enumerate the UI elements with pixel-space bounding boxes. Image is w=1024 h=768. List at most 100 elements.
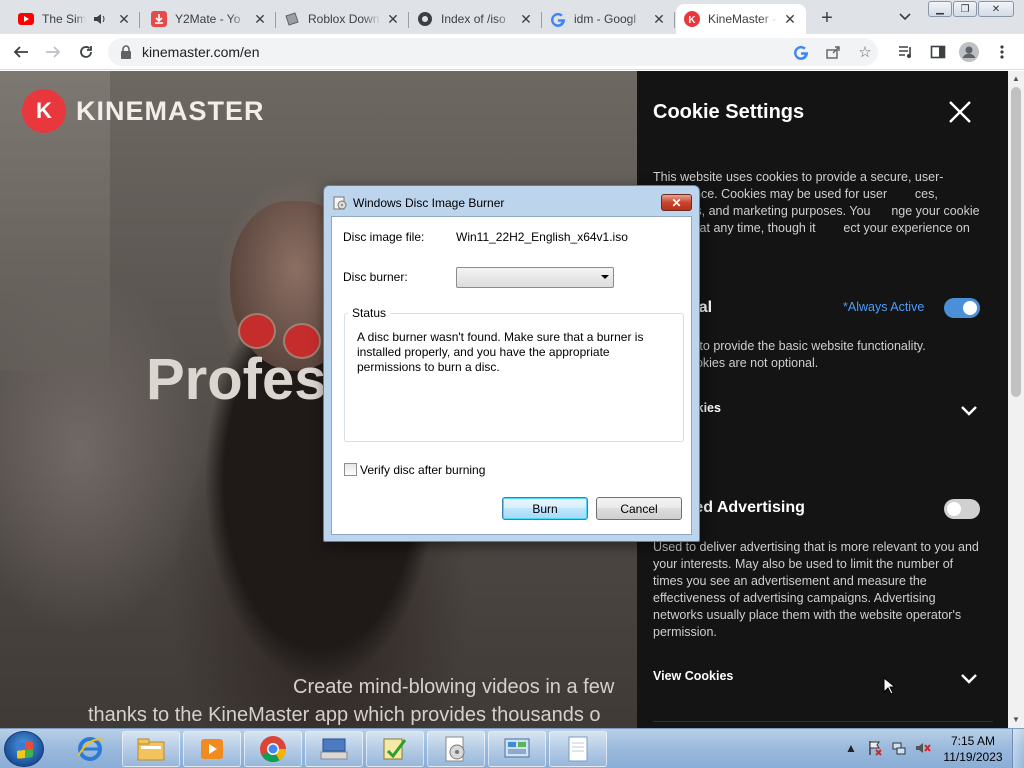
close-icon[interactable] bbox=[947, 99, 973, 125]
always-active-label: *Always Active bbox=[843, 300, 925, 314]
clock-time: 7:15 AM bbox=[950, 734, 996, 748]
roblox-download-icon bbox=[284, 11, 300, 27]
y2mate-icon bbox=[151, 11, 167, 27]
svg-text:K: K bbox=[688, 15, 696, 26]
disc-image-burner-dialog: Windows Disc Image Burner ✕ Disc image f… bbox=[323, 185, 700, 542]
scroll-up-arrow-icon[interactable]: ▲ bbox=[1012, 75, 1020, 83]
tab-roblox[interactable]: Roblox Down ✕ bbox=[276, 4, 409, 34]
cancel-button[interactable]: Cancel bbox=[596, 497, 682, 520]
network-icon[interactable] bbox=[890, 739, 908, 757]
chrome-icon[interactable] bbox=[244, 731, 302, 767]
profile-avatar-icon[interactable] bbox=[958, 41, 980, 63]
page-scrollbar[interactable]: ▲ ▼ bbox=[1008, 71, 1024, 728]
browser-toolbar: kinemaster.com/en ☆ bbox=[0, 34, 1024, 70]
action-center-flag-icon[interactable] bbox=[866, 739, 884, 757]
minimize-window-button[interactable]: ▁ bbox=[928, 1, 952, 17]
reload-icon[interactable] bbox=[75, 41, 97, 63]
tab-title: Y2Mate - Yo bbox=[175, 12, 241, 26]
toggle-knob bbox=[947, 502, 961, 516]
show-desktop-button[interactable] bbox=[1012, 729, 1024, 768]
dialog-body: Disc image file: Win11_22H2_English_x64v… bbox=[331, 216, 692, 535]
lock-icon[interactable] bbox=[120, 45, 134, 59]
control-panel-icon[interactable] bbox=[488, 731, 546, 767]
tab-title: KineMaster - bbox=[708, 12, 777, 26]
verify-disc-checkbox[interactable] bbox=[344, 463, 357, 476]
kinemaster-logo[interactable]: K KINEMASTER bbox=[22, 89, 265, 133]
file-explorer-icon[interactable] bbox=[122, 731, 180, 767]
targeted-advertising-desc: Used to deliver advertising that is more… bbox=[653, 540, 979, 639]
hero-subtitle-line-1: Create mind-blowing videos in a few bbox=[293, 676, 615, 698]
essential-cookies-toggle[interactable] bbox=[944, 298, 980, 318]
tab-kinemaster[interactable]: K KineMaster - ✕ bbox=[676, 4, 806, 34]
disc-burner-icon bbox=[333, 196, 347, 210]
tab-strip: The Simp ✕ Y2Mate - Yo ✕ Roblox Down ✕ I… bbox=[0, 0, 1024, 34]
tab-google[interactable]: idm - Googl ✕ bbox=[542, 4, 675, 34]
back-arrow-icon[interactable] bbox=[10, 41, 32, 63]
hero-sunglass-left bbox=[238, 313, 276, 349]
essential-cookies-desc: d to provide the basic website functiona… bbox=[689, 339, 964, 370]
kinemaster-logo-mark: K bbox=[22, 89, 66, 133]
status-group-label: Status bbox=[348, 306, 391, 320]
keyboard-app-icon[interactable] bbox=[305, 731, 363, 767]
burn-button[interactable]: Burn bbox=[502, 497, 588, 520]
show-hidden-icons-arrow-icon[interactable]: ▲ bbox=[842, 739, 860, 757]
tab-close-icon[interactable]: ✕ bbox=[116, 11, 132, 27]
hero-subtitle-line-2: thanks to the KineMaster app which provi… bbox=[88, 704, 601, 726]
dialog-close-button[interactable]: ✕ bbox=[661, 194, 692, 211]
speaker-icon[interactable] bbox=[92, 11, 108, 27]
tab-close-icon[interactable]: ✕ bbox=[252, 11, 268, 27]
volume-muted-icon[interactable] bbox=[914, 739, 932, 757]
bookmark-star-icon[interactable]: ☆ bbox=[856, 43, 874, 61]
new-tab-button[interactable]: + bbox=[816, 7, 838, 29]
tab-close-icon[interactable]: ✕ bbox=[518, 11, 534, 27]
dialog-title-bar[interactable]: Windows Disc Image Burner ✕ bbox=[324, 186, 699, 216]
disc-burner-icon[interactable] bbox=[427, 731, 485, 767]
chevron-down-icon[interactable] bbox=[960, 404, 978, 416]
tab-youtube[interactable]: The Simp ✕ bbox=[10, 4, 140, 34]
tab-search-chevron-icon[interactable] bbox=[896, 8, 914, 26]
internet-explorer-icon[interactable] bbox=[61, 731, 119, 767]
scroll-down-arrow-icon[interactable]: ▼ bbox=[1012, 716, 1020, 724]
tab-title: idm - Googl bbox=[574, 12, 637, 26]
side-panel-icon[interactable] bbox=[927, 41, 949, 63]
cookie-settings-title: Cookie Settings bbox=[653, 101, 805, 123]
status-message: A disc burner wasn't found. Make sure th… bbox=[357, 330, 644, 374]
restore-window-button[interactable]: ❐ bbox=[953, 1, 977, 17]
disc-burner-select[interactable] bbox=[456, 267, 614, 288]
chevron-down-icon[interactable] bbox=[960, 672, 978, 684]
notepad-icon[interactable] bbox=[549, 731, 607, 767]
targeted-advertising-toggle[interactable] bbox=[944, 499, 980, 519]
checklist-app-icon[interactable] bbox=[366, 731, 424, 767]
media-player-icon[interactable] bbox=[183, 731, 241, 767]
tab-index-iso[interactable]: Index of /iso ✕ bbox=[409, 4, 542, 34]
scrollbar-thumb[interactable] bbox=[1011, 87, 1021, 397]
hero-title: Profes bbox=[146, 347, 327, 412]
windows-taskbar: ▲ 7:15 AM 11/19/2023 bbox=[0, 728, 1024, 768]
tab-title: The Simp bbox=[42, 12, 86, 26]
tab-close-icon[interactable]: ✕ bbox=[385, 11, 401, 27]
divider bbox=[653, 721, 993, 722]
tab-title: Roblox Down bbox=[308, 12, 380, 26]
system-clock[interactable]: 7:15 AM 11/19/2023 bbox=[940, 733, 1006, 765]
verify-disc-label[interactable]: Verify disc after burning bbox=[360, 463, 485, 477]
kinemaster-icon: K bbox=[684, 11, 700, 27]
clock-date: 11/19/2023 bbox=[943, 750, 1003, 764]
tab-close-icon[interactable]: ✕ bbox=[651, 11, 667, 27]
close-window-button[interactable]: ✕ bbox=[978, 1, 1014, 17]
cookie-intro-text: This website uses cookies to provide a s… bbox=[653, 170, 980, 252]
start-button[interactable] bbox=[4, 731, 44, 767]
disc-image-file-value: Win11_22H2_English_x64v1.iso bbox=[456, 230, 628, 244]
more-menu-icon[interactable] bbox=[991, 41, 1013, 63]
tab-close-icon[interactable]: ✕ bbox=[782, 11, 798, 27]
view-cookies-link-2[interactable]: View Cookies bbox=[653, 669, 733, 683]
url-text[interactable]: kinemaster.com/en bbox=[142, 44, 260, 60]
address-bar[interactable]: kinemaster.com/en ☆ bbox=[108, 38, 878, 66]
targeted-advertising-title: ted Advertising bbox=[689, 499, 805, 516]
google-lens-icon[interactable] bbox=[792, 43, 810, 61]
dialog-title: Windows Disc Image Burner bbox=[353, 196, 505, 210]
share-icon[interactable] bbox=[824, 43, 842, 61]
tab-y2mate[interactable]: Y2Mate - Yo ✕ bbox=[143, 4, 276, 34]
disc-image-file-label: Disc image file: bbox=[343, 230, 425, 244]
media-controls-icon[interactable] bbox=[895, 41, 917, 63]
forward-arrow-icon[interactable] bbox=[42, 41, 64, 63]
